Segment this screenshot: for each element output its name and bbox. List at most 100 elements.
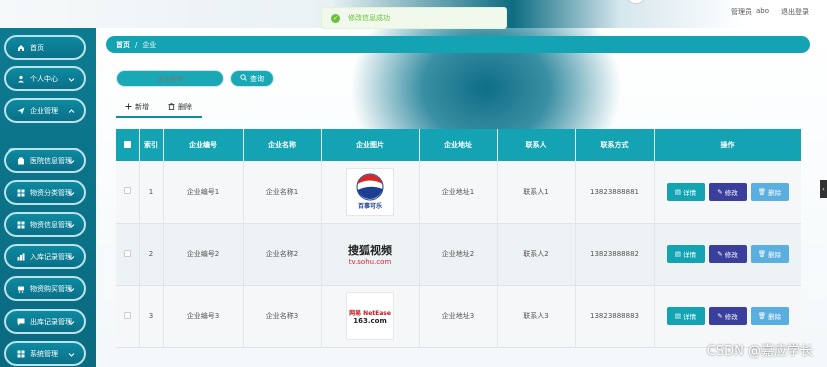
edit-button[interactable]: ✎ 修改 bbox=[708, 307, 747, 325]
delete-button[interactable]: 🗑 删除 bbox=[750, 307, 789, 325]
detail-button[interactable]: ▤ 详情 bbox=[666, 307, 705, 325]
cell-index: 2 bbox=[139, 223, 164, 286]
pepsi-logo-text: 百事可乐 bbox=[357, 203, 382, 211]
batch-delete-button[interactable]: 删除 bbox=[168, 99, 192, 115]
header-select-all[interactable] bbox=[116, 129, 140, 161]
cell-index: 3 bbox=[139, 285, 164, 348]
delete-button[interactable]: 🗑 删除 bbox=[750, 182, 789, 201]
sidebar-item-home[interactable]: 首页 bbox=[4, 35, 86, 60]
chevron-down-icon bbox=[67, 75, 75, 83]
sidebar-item-label: 企业管理 bbox=[30, 106, 58, 115]
header-index: 索引 bbox=[139, 129, 164, 161]
document-icon: ▤ bbox=[674, 187, 682, 196]
pepsi-logo-image: 百事可乐 bbox=[346, 167, 394, 216]
sidebar-item-inbound[interactable]: 入库记录管理 bbox=[4, 244, 86, 269]
grid-icon bbox=[17, 189, 25, 197]
enterprise-table: 索引 企业编号 企业名称 企业图片 企业地址 联系人 联系方式 操作 1 企业编… bbox=[116, 129, 801, 367]
sidebar-item-purchase[interactable]: 物资购买管理 bbox=[4, 276, 86, 301]
table-row: 3 企业编号3 企业名称3 网易 NetEase 163.com 企业地址3 联… bbox=[116, 285, 801, 348]
delete-button[interactable]: 🗑 删除 bbox=[750, 245, 789, 263]
row-checkbox[interactable] bbox=[123, 249, 131, 257]
sidebar: 首页 个人中心 企业管理 企业 医院信息管理 物资分类管理 bbox=[0, 28, 96, 367]
chevron-down-icon bbox=[67, 350, 75, 358]
breadcrumb: 首页 / 企业 bbox=[106, 36, 810, 53]
logout-link[interactable]: 退出登录 bbox=[781, 7, 809, 17]
row-checkbox[interactable] bbox=[123, 311, 131, 319]
cart-icon bbox=[17, 285, 25, 293]
search-button-label: 查询 bbox=[250, 74, 264, 83]
detail-button[interactable]: ▤ 详情 bbox=[666, 245, 705, 263]
delete-label: 删除 bbox=[768, 313, 782, 321]
toast-message: 修改信息成功 bbox=[348, 14, 390, 22]
sidebar-item-material-category[interactable]: 物资分类管理 bbox=[4, 180, 86, 205]
pencil-icon: ✎ bbox=[717, 187, 723, 196]
search-button[interactable]: 查询 bbox=[230, 70, 274, 87]
chart-icon bbox=[17, 253, 25, 261]
search-icon bbox=[240, 74, 247, 83]
search-input[interactable] bbox=[116, 70, 224, 87]
detail-label: 详情 bbox=[683, 251, 697, 259]
cell-index: 1 bbox=[139, 161, 164, 224]
sidebar-item-label: 入库记录管理 bbox=[30, 252, 72, 261]
table-header-row: 索引 企业编号 企业名称 企业图片 企业地址 联系人 联系方式 操作 bbox=[116, 129, 801, 161]
header-image: 企业图片 bbox=[321, 129, 420, 161]
cell-contact: 联系人3 bbox=[497, 285, 576, 348]
message-icon bbox=[17, 318, 25, 326]
row-checkbox[interactable] bbox=[123, 187, 131, 195]
chevron-down-icon bbox=[67, 318, 75, 326]
send-icon bbox=[17, 107, 25, 115]
grid-icon bbox=[17, 350, 25, 358]
trash-icon: 🗑 bbox=[757, 312, 767, 320]
header-code: 企业编号 bbox=[163, 129, 244, 161]
netease-logo-text: 网易 NetEase bbox=[349, 309, 391, 317]
row-operations: ▤ 详情 ✎ 修改 🗑 删除 bbox=[655, 245, 801, 263]
sidebar-item-system[interactable]: 系统管理 bbox=[4, 341, 86, 366]
panel-toggle-handle[interactable]: ‹ bbox=[820, 180, 827, 198]
add-button-label: 新增 bbox=[135, 103, 149, 111]
sidebar-item-label: 个人中心 bbox=[30, 74, 58, 83]
cell-address: 企业地址2 bbox=[419, 223, 498, 286]
table-row: 2 企业编号2 企业名称2 搜狐视频 tv.sohu.com 企业地址2 联系人… bbox=[116, 223, 801, 286]
sidebar-item-label: 出库记录管理 bbox=[30, 317, 72, 326]
select-all-checkbox[interactable] bbox=[123, 140, 131, 148]
grid-icon bbox=[17, 221, 25, 229]
chevron-down-icon bbox=[67, 189, 75, 197]
cell-name: 企业名称3 bbox=[243, 285, 322, 348]
header-phone: 联系方式 bbox=[575, 129, 655, 161]
delete-label: 删除 bbox=[768, 251, 782, 259]
plus-icon bbox=[125, 103, 132, 112]
cell-code: 企业编号2 bbox=[163, 223, 244, 286]
success-toast: ✓ 修改信息成功 bbox=[321, 7, 507, 29]
sohu-logo-url: tv.sohu.com bbox=[348, 258, 392, 266]
sidebar-item-enterprise[interactable]: 企业管理 bbox=[4, 98, 86, 123]
edit-button[interactable]: ✎ 修改 bbox=[708, 182, 747, 201]
edit-button[interactable]: ✎ 修改 bbox=[708, 245, 747, 263]
cell-name: 企业名称2 bbox=[243, 223, 322, 286]
detail-button[interactable]: ▤ 详情 bbox=[666, 182, 705, 201]
sidebar-item-material-info[interactable]: 物资信息管理 bbox=[4, 212, 86, 237]
add-button[interactable]: 新增 bbox=[125, 99, 149, 115]
chevron-down-icon bbox=[67, 285, 75, 293]
breadcrumb-current: 企业 bbox=[142, 40, 157, 49]
user-info: 管理员 abo bbox=[731, 7, 769, 17]
sidebar-item-label: 物资购买管理 bbox=[30, 284, 72, 293]
chevron-up-icon bbox=[67, 107, 75, 115]
chevron-down-icon bbox=[67, 221, 75, 229]
header-name: 企业名称 bbox=[243, 129, 322, 161]
user-role: 管理员 bbox=[730, 8, 752, 16]
delete-label: 删除 bbox=[768, 188, 782, 197]
sidebar-item-profile[interactable]: 个人中心 bbox=[4, 66, 86, 91]
sidebar-item-outbound[interactable]: 出库记录管理 bbox=[4, 309, 86, 334]
cell-code: 企业编号3 bbox=[163, 285, 244, 348]
sidebar-item-label: 物资信息管理 bbox=[30, 220, 72, 229]
home-icon bbox=[17, 44, 25, 52]
row-operations: ▤ 详情 ✎ 修改 🗑 删除 bbox=[655, 182, 801, 201]
pepsi-globe-icon bbox=[356, 173, 384, 201]
watermark: CSDN @嘉应学长 bbox=[706, 344, 813, 359]
cell-code: 企业编号1 bbox=[163, 161, 244, 224]
chevron-down-icon bbox=[67, 253, 75, 261]
cell-contact: 联系人1 bbox=[497, 161, 576, 224]
breadcrumb-home[interactable]: 首页 bbox=[116, 40, 130, 50]
row-operations: ▤ 详情 ✎ 修改 🗑 删除 bbox=[655, 307, 801, 325]
sidebar-item-hospital[interactable]: 医院信息管理 bbox=[4, 148, 86, 173]
